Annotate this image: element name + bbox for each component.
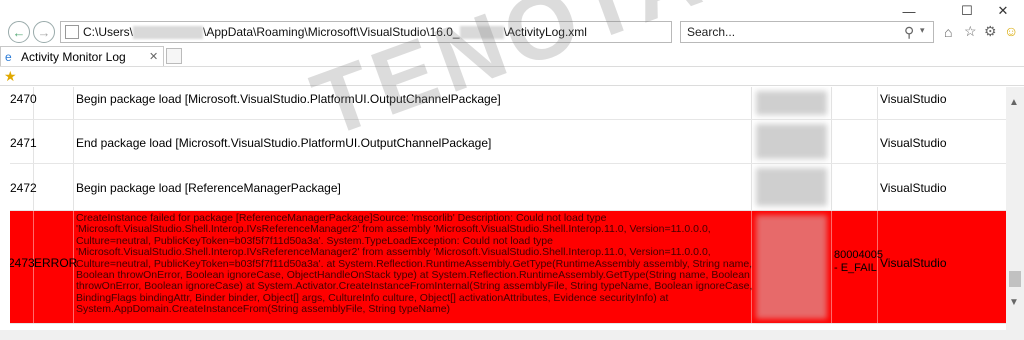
favorites-star-icon[interactable]: ★ — [4, 68, 17, 85]
search-placeholder: Search... — [687, 25, 736, 39]
smiley-icon[interactable]: ☺ — [1004, 23, 1018, 39]
gear-icon[interactable]: ⚙ — [984, 23, 997, 40]
tab-activity-monitor-log[interactable]: e Activity Monitor Log ✕ — [0, 46, 164, 66]
table-row: 2472 Begin package load [ReferenceManage… — [10, 164, 1006, 211]
forward-button[interactable]: → — [33, 21, 55, 43]
table-row: 2471 End package load [Microsoft.VisualS… — [10, 120, 1006, 164]
back-icon: ← — [12, 24, 26, 40]
redacted-time — [756, 91, 827, 115]
row-source: VisualStudio — [880, 256, 947, 270]
row-id: 2472 — [10, 181, 37, 195]
redacted-username — [133, 26, 204, 40]
scrollbar-thumb[interactable] — [1009, 271, 1021, 287]
address-part-3: \ActivityLog.xml — [503, 24, 587, 39]
row-source: VisualStudio — [880, 136, 947, 150]
back-button[interactable]: ← — [8, 21, 30, 43]
row-description: End package load [Microsoft.VisualStudio… — [76, 136, 492, 150]
tab-label: Activity Monitor Log — [21, 49, 126, 64]
row-description: CreateInstance failed for package [Refer… — [76, 212, 753, 316]
address-part-1: C:\Users\ — [83, 24, 134, 39]
close-tab-icon[interactable]: ✕ — [149, 50, 158, 63]
ie-icon: e — [5, 50, 12, 64]
star-icon[interactable]: ☆ — [964, 23, 977, 40]
redacted-time — [756, 215, 827, 319]
address-bar[interactable]: C:\Users\ \AppData\Roaming\Microsoft\Visu… — [60, 21, 719, 43]
row-description: Begin package load [ReferenceManagerPack… — [76, 181, 341, 195]
scroll-down-icon[interactable]: ▼ — [1009, 297, 1019, 308]
page-icon — [65, 25, 79, 39]
address-part-2: \AppData\Roaming\Microsoft\VisualStudio\… — [203, 24, 460, 39]
navigation-bar: ← → C:\Users\ \AppData\Roaming\Microsoft\… — [0, 18, 1024, 46]
forward-icon: → — [37, 24, 51, 40]
row-source: VisualStudio — [880, 181, 947, 195]
vertical-scrollbar[interactable]: ▲ ▼ — [1006, 87, 1024, 330]
search-input[interactable]: Search... — [680, 21, 934, 43]
row-source: VisualStudio — [880, 92, 947, 106]
home-icon[interactable]: ⌂ — [944, 24, 952, 40]
scroll-up-icon[interactable]: ▲ — [1009, 97, 1019, 108]
row-id: 2471 — [10, 136, 37, 150]
search-dropdown-icon[interactable]: ▾ — [920, 25, 925, 36]
row-id: 2473 — [10, 256, 35, 270]
row-type: ERROR — [34, 256, 78, 270]
redacted-version — [459, 26, 504, 40]
redacted-time — [756, 168, 827, 206]
row-id: 2470 — [10, 92, 37, 106]
search-icon[interactable]: ⚲ — [904, 24, 914, 41]
new-tab-button[interactable] — [166, 48, 182, 64]
row-description: Begin package load [Microsoft.VisualStud… — [76, 92, 501, 106]
horizontal-scrollbar[interactable] — [0, 330, 1024, 340]
row-hr: 80004005 - E_FAIL — [834, 249, 883, 274]
table-row-error: 2473 ERROR CreateInstance failed for pac… — [10, 211, 1006, 324]
redacted-time — [756, 124, 827, 159]
tab-strip: e Activity Monitor Log ✕ — [0, 46, 1024, 66]
table-row: 2470 Begin package load [Microsoft.Visua… — [10, 87, 1006, 120]
favorites-bar: ★ — [0, 66, 1024, 86]
activity-log-table[interactable]: 2470 Begin package load [Microsoft.Visua… — [10, 87, 1006, 330]
